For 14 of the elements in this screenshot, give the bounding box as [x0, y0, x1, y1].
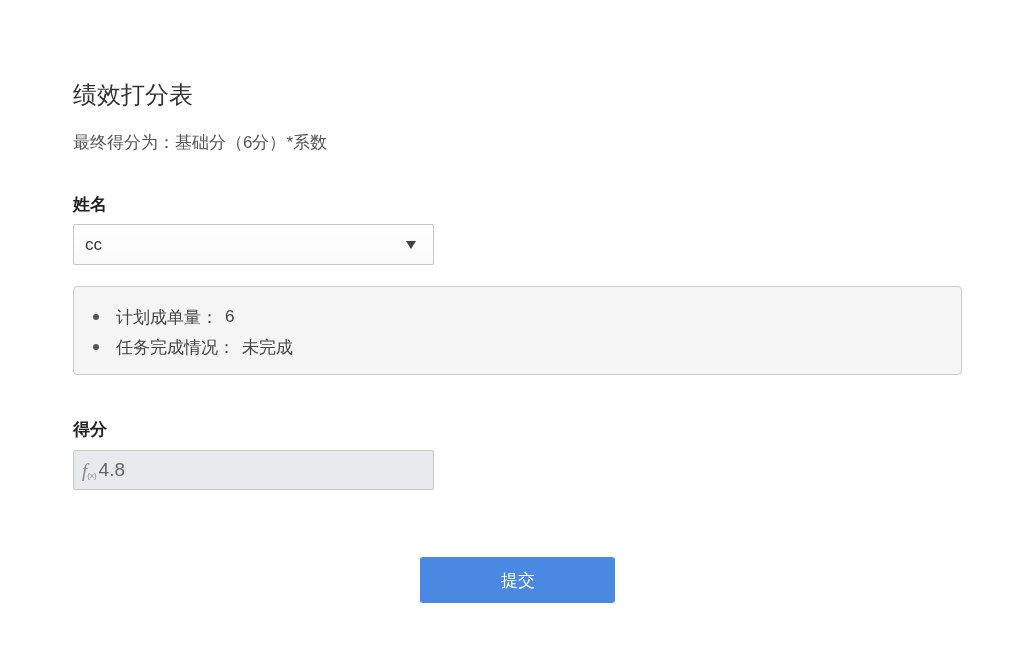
bullet-icon — [93, 344, 99, 350]
caret-icon — [406, 240, 416, 249]
name-select[interactable]: cc — [73, 224, 434, 265]
info-value: 未完成 — [242, 336, 293, 359]
form-description: 最终得分为：基础分（6分）*系数 — [73, 132, 328, 154]
submit-button[interactable]: 提交 — [420, 557, 615, 603]
form-title: 绩效打分表 — [73, 80, 193, 110]
info-label: 计划成单量： — [116, 306, 218, 329]
bullet-icon — [93, 314, 99, 320]
info-label: 任务完成情况： — [116, 336, 235, 359]
field-label: 得分 — [73, 419, 107, 441]
field-label: 姓名 — [73, 194, 107, 216]
info-value: 6 — [225, 307, 235, 327]
formula-sign: f$_{(x)}$ — [82, 460, 97, 480]
